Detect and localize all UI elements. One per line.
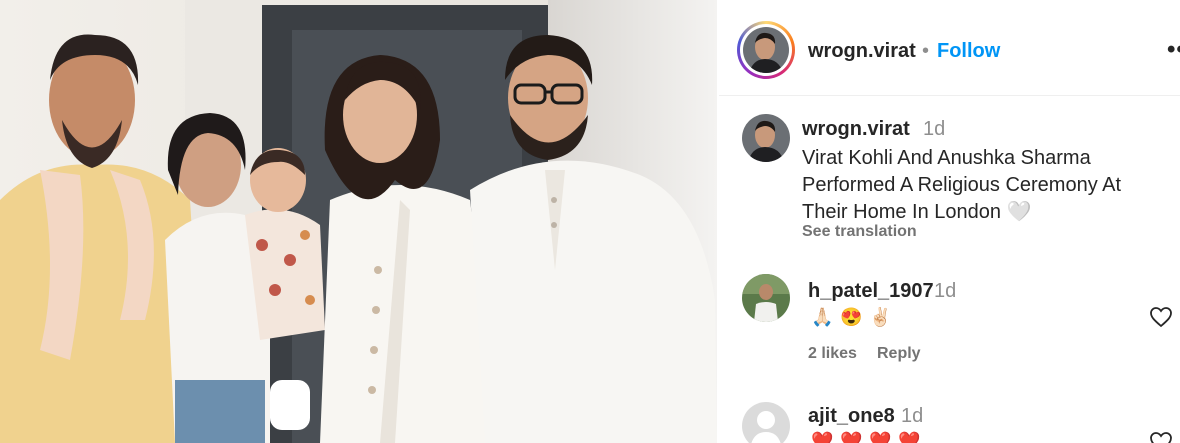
follow-button[interactable]: Follow [937,40,1000,63]
separator-dot: • [922,40,930,62]
post-sidebar: wrogn.virat • Follow •• wrogn.virat 1d V… [719,0,1180,443]
comment-avatar[interactable] [742,274,790,322]
author-avatar[interactable] [737,21,795,79]
comment-username[interactable]: ajit_one8 [808,405,895,428]
comment-time: 1d [934,280,957,302]
red-heart-emoji: ❤️ [840,431,863,443]
see-translation-link[interactable]: See translation [802,223,917,241]
post-header: wrogn.virat • Follow •• [719,0,1180,96]
caption-avatar[interactable] [742,114,790,162]
caption-text: Virat Kohli And Anushka Sharma Performed… [802,147,1122,223]
folded-hands-emoji: 🙏🏻 [811,307,834,327]
reply-button[interactable]: Reply [877,345,921,363]
caption-time[interactable]: 1d [923,118,945,141]
post-photo[interactable] [0,0,717,443]
comment-likes[interactable]: 2 likes [808,345,857,363]
like-heart-icon[interactable] [1149,305,1173,329]
author-username[interactable]: wrogn.virat [808,40,916,63]
heart-eyes-emoji: 😍 [840,307,863,327]
red-heart-emoji: ❤️ [898,431,921,443]
like-heart-icon[interactable] [1149,430,1173,443]
comment-avatar[interactable] [742,402,790,443]
comment-time: 1d [901,405,924,427]
comment-username[interactable]: h_patel_1907 [808,280,934,303]
caption-text-block: Virat Kohli And Anushka Sharma Performed… [802,145,1152,226]
red-heart-emoji: ❤️ [869,431,892,443]
more-options-icon[interactable]: •• [1167,36,1180,64]
white-heart-emoji: 🤍 [1006,201,1032,223]
post-photo-illustration [0,0,717,443]
caption-username[interactable]: wrogn.virat [802,118,910,141]
victory-hand-emoji: ✌🏻 [869,307,892,327]
red-heart-emoji: ❤️ [811,431,834,443]
avatar-image [743,27,789,73]
